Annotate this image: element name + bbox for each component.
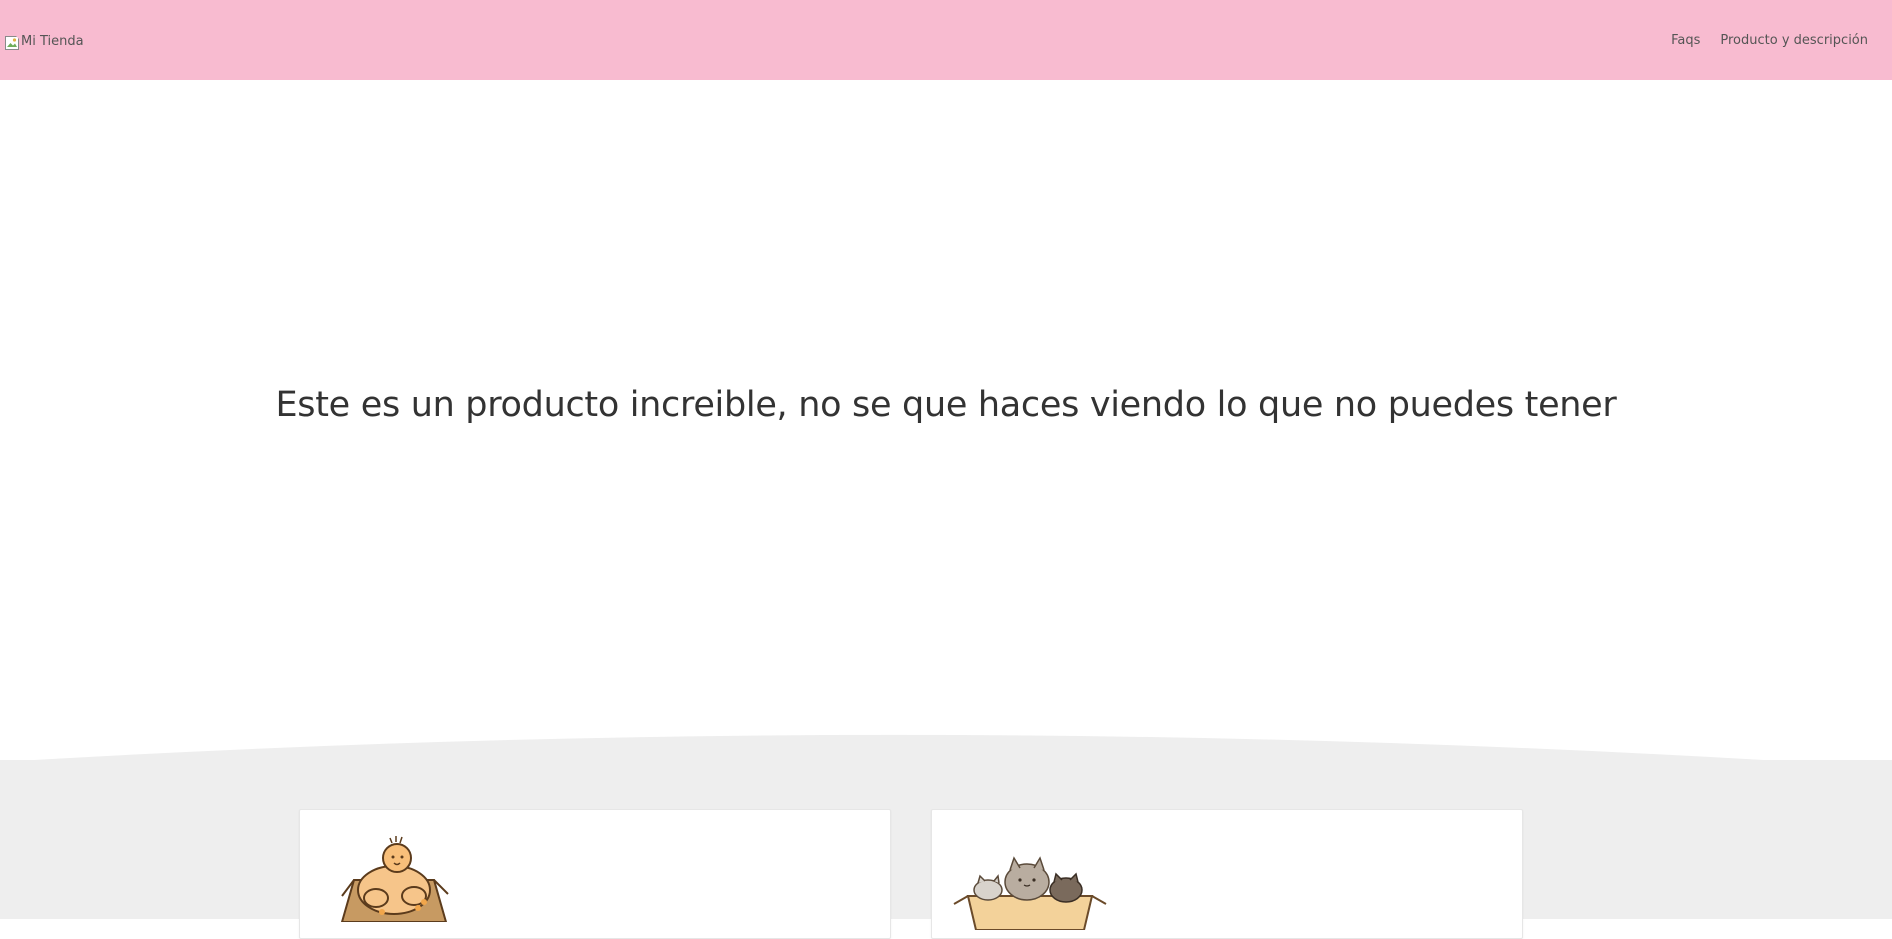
cats-in-box-illustration bbox=[953, 856, 1107, 930]
hero-section: Este es un producto increible, no se que… bbox=[0, 80, 1892, 730]
nav-links: Faqs Producto y descripción bbox=[1671, 33, 1868, 48]
buddha-box-illustration bbox=[340, 836, 449, 922]
product-card[interactable] bbox=[299, 809, 891, 939]
hero-title: Este es un producto increible, no se que… bbox=[275, 385, 1617, 425]
navbar: Mi Tienda Faqs Producto y descripción bbox=[0, 0, 1892, 80]
brand-alt-text: Mi Tienda bbox=[21, 33, 84, 49]
product-card[interactable] bbox=[931, 809, 1523, 939]
nav-link-producto[interactable]: Producto y descripción bbox=[1720, 33, 1868, 48]
brand-logo-link[interactable]: Mi Tienda bbox=[4, 31, 84, 51]
nav-link-faqs[interactable]: Faqs bbox=[1671, 33, 1700, 48]
section-divider-curve bbox=[0, 734, 1892, 780]
broken-image-icon bbox=[4, 35, 20, 51]
